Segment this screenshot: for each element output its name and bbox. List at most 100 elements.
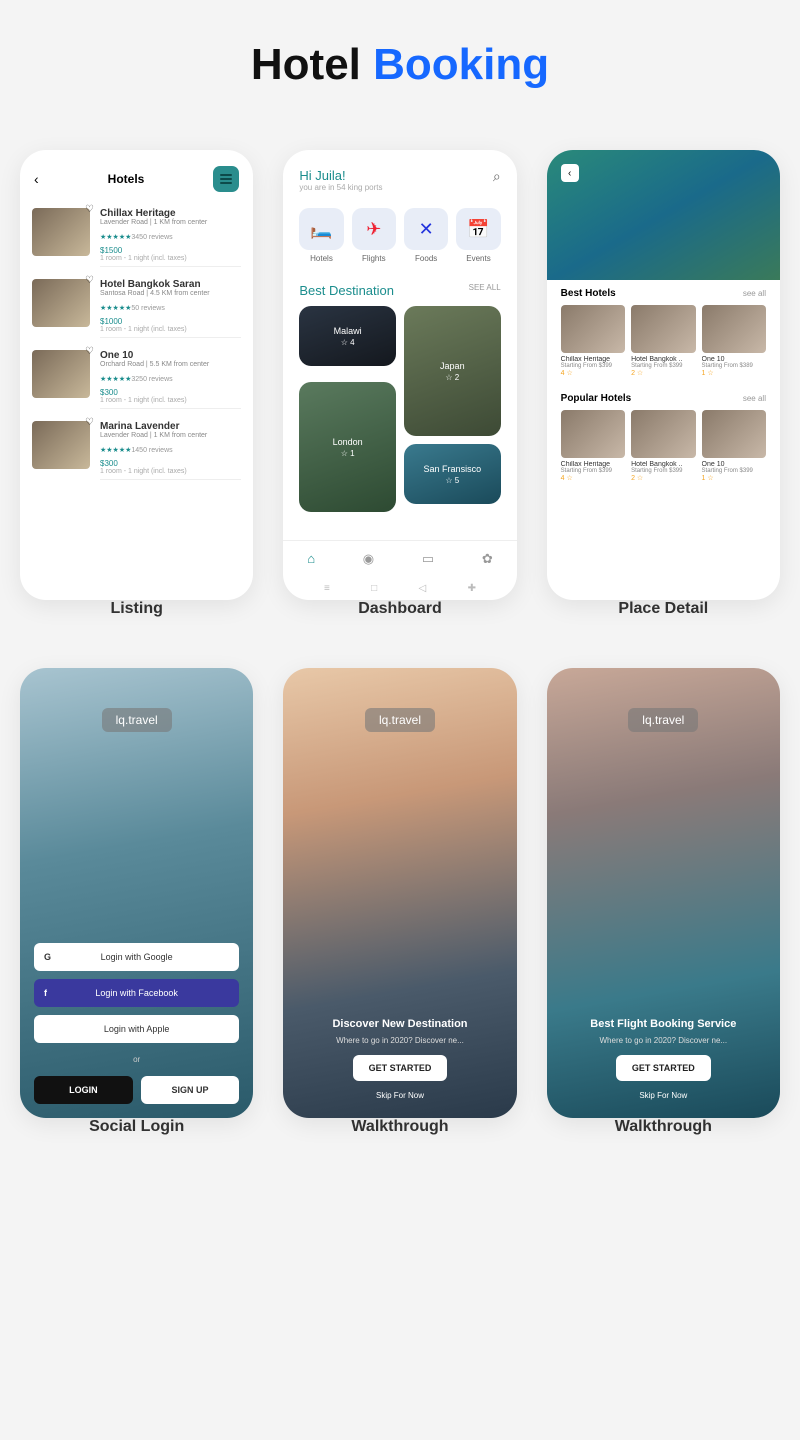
hotel-card-image (702, 410, 766, 458)
hotel-row[interactable]: ♡ Chillax Heritage Lavender Road | 1 KM … (20, 202, 253, 273)
stars-icon: ★★★★★ (100, 375, 131, 383)
get-started-button[interactable]: GET STARTED (616, 1055, 711, 1081)
destination-rating: ☆ 2 (445, 373, 459, 382)
heart-icon[interactable]: ♡ (85, 417, 94, 428)
review-count: 50 reviews (131, 305, 164, 312)
hotel-meta: 1 room - 1 night (incl. taxes) (100, 326, 241, 333)
home-icon[interactable]: ⌂ (307, 551, 315, 567)
dashboard-screen: Hi Juila! you are in 54 king ports ⌕ 🛏️ … (283, 150, 516, 600)
destination-rating: ☆ 1 (341, 449, 355, 458)
sys-back-icon[interactable]: ◁ (419, 583, 427, 594)
greeting: Hi Juila! (299, 168, 382, 183)
hotel-card-image (561, 410, 625, 458)
hotel-price: $300 (100, 388, 241, 397)
review-count: 3250 reviews (131, 376, 172, 383)
listing-screen: ‹ Hotels ♡ Chillax Heritage Lavender Roa… (20, 150, 253, 600)
hotel-row[interactable]: ♡ Marina Lavender Lavender Road | 1 KM f… (20, 415, 253, 486)
hotel-card-rating: 1 ☆ (702, 474, 766, 482)
destination-name: London (333, 437, 363, 447)
google-icon: G (44, 952, 51, 962)
hotel-sub: Lavender Road | 1 KM from center (100, 219, 241, 226)
hotel-image: ♡ (32, 208, 90, 256)
see-all-link[interactable]: see all (743, 289, 766, 298)
category-label: Flights (352, 254, 396, 263)
walkthrough-1-label: Walkthrough (283, 1118, 516, 1136)
category-events[interactable]: 📅 Events (456, 208, 500, 263)
hotel-card-name: One 10 (702, 356, 766, 363)
back-icon[interactable]: ‹ (34, 171, 39, 187)
get-started-button[interactable]: GET STARTED (353, 1055, 448, 1081)
hotel-card-rating: 2 ☆ (631, 474, 695, 482)
destination-rating: ☆ 4 (341, 338, 355, 347)
review-count: 3450 reviews (131, 234, 172, 241)
hotel-card[interactable]: One 10 Starting From $399 1 ☆ (702, 410, 766, 482)
hotel-row[interactable]: ♡ Hotel Bangkok Saran Santosa Road | 4.5… (20, 273, 253, 344)
hotel-name: Chillax Heritage (100, 208, 241, 219)
destination-name: San Fransisco (424, 464, 482, 474)
category-flights[interactable]: ✈ Flights (352, 208, 396, 263)
hotel-row[interactable]: ♡ One 10 Orchard Road | 5.5 KM from cent… (20, 344, 253, 415)
hotel-card-name: One 10 (702, 461, 766, 468)
social-login-label: Social Login (20, 1118, 253, 1136)
hotel-card-image (561, 305, 625, 353)
login-button[interactable]: LOGIN (34, 1076, 133, 1104)
search-icon[interactable]: ⌕ (493, 168, 501, 192)
category-hotels[interactable]: 🛏️ Hotels (299, 208, 343, 263)
skip-link[interactable]: Skip For Now (565, 1091, 762, 1100)
hotel-card[interactable]: One 10 Starting From $389 1 ☆ (702, 305, 766, 377)
hotel-card-name: Hotel Bangkok .. (631, 461, 695, 468)
section-title: Popular Hotels (561, 393, 632, 404)
destination-card[interactable]: Malawi ☆ 4 (299, 306, 396, 366)
back-button[interactable]: ‹ (561, 164, 579, 182)
hotel-card-image (631, 410, 695, 458)
walkthrough-title: Best Flight Booking Service (565, 1018, 762, 1030)
see-all-link[interactable]: see all (743, 394, 766, 403)
hotel-meta: 1 room - 1 night (incl. taxes) (100, 397, 241, 404)
hotel-name: Marina Lavender (100, 421, 241, 432)
destination-card[interactable]: Japan ☆ 2 (404, 306, 501, 436)
category-label: Events (456, 254, 500, 263)
destination-card[interactable]: San Fransisco ☆ 5 (404, 444, 501, 504)
heart-icon[interactable]: ♡ (85, 204, 94, 215)
listing-label: Listing (20, 600, 253, 618)
menu-button[interactable] (213, 166, 239, 192)
greeting-sub: you are in 54 king ports (299, 183, 382, 192)
section-title: Best Destination (299, 283, 394, 298)
category-foods[interactable]: ✕ Foods (404, 208, 448, 263)
sys-menu-icon[interactable]: ≡ (324, 583, 330, 594)
hotel-card-rating: 4 ☆ (561, 369, 625, 377)
destination-name: Malawi (334, 326, 362, 336)
login-google-button[interactable]: GLogin with Google (34, 943, 239, 971)
hotel-card-name: Chillax Heritage (561, 461, 625, 468)
hotel-card[interactable]: Hotel Bangkok .. Starting From $399 2 ☆ (631, 305, 695, 377)
sys-access-icon[interactable]: ✚ (468, 583, 476, 594)
heart-icon[interactable]: ♡ (85, 346, 94, 357)
hotel-card-name: Chillax Heritage (561, 356, 625, 363)
hotel-card[interactable]: Chillax Heritage Starting From $399 4 ☆ (561, 410, 625, 482)
login-apple-button[interactable]: Login with Apple (34, 1015, 239, 1043)
settings-icon[interactable]: ✿ (482, 551, 493, 567)
facebook-icon: f (44, 988, 47, 998)
place-detail-label: Place Detail (547, 600, 780, 618)
logo: lq.travel (628, 708, 698, 732)
explore-icon[interactable]: ◉ (363, 551, 374, 567)
sys-home-icon[interactable]: □ (371, 583, 377, 594)
hotel-card[interactable]: Chillax Heritage Starting From $399 4 ☆ (561, 305, 625, 377)
hotel-name: Hotel Bangkok Saran (100, 279, 241, 290)
destination-card[interactable]: London ☆ 1 (299, 382, 396, 512)
walkthrough-2-label: Walkthrough (547, 1118, 780, 1136)
destination-rating: ☆ 5 (445, 476, 459, 485)
hotel-meta: 1 room - 1 night (incl. taxes) (100, 255, 241, 262)
hotel-name: One 10 (100, 350, 241, 361)
skip-link[interactable]: Skip For Now (301, 1091, 498, 1100)
hotel-card-rating: 1 ☆ (702, 369, 766, 377)
hotel-card[interactable]: Hotel Bangkok .. Starting From $399 2 ☆ (631, 410, 695, 482)
hotel-meta: 1 room - 1 night (incl. taxes) (100, 468, 241, 475)
hotel-price: $1000 (100, 317, 241, 326)
signup-button[interactable]: SIGN UP (141, 1076, 240, 1104)
login-facebook-button[interactable]: fLogin with Facebook (34, 979, 239, 1007)
heart-icon[interactable]: ♡ (85, 275, 94, 286)
hotel-sub: Orchard Road | 5.5 KM from center (100, 361, 241, 368)
chat-icon[interactable]: ▭ (422, 551, 434, 567)
see-all-link[interactable]: SEE ALL (469, 283, 501, 298)
